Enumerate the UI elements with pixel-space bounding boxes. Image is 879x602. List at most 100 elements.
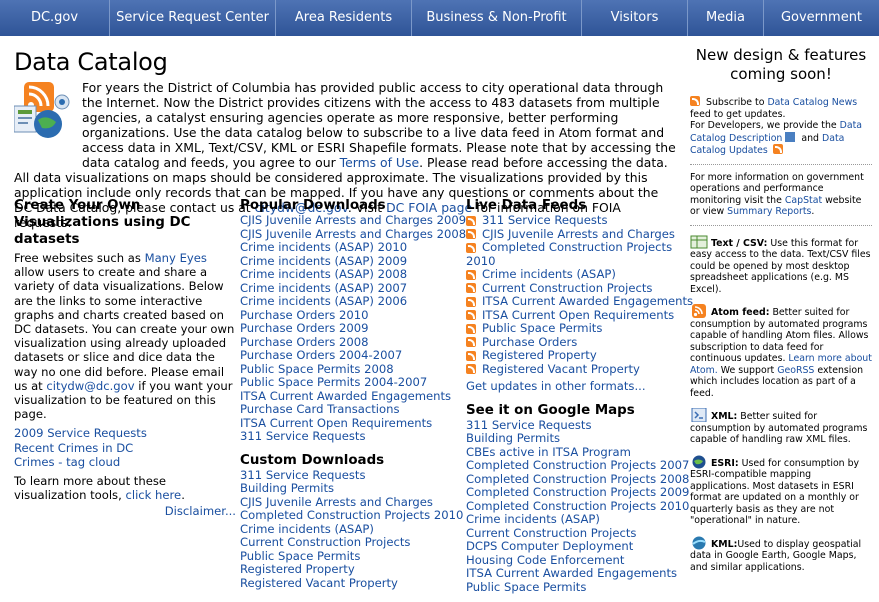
- popular-link-purchase-orders-2008[interactable]: Purchase Orders 2008: [240, 335, 460, 350]
- format-label: Atom feed:: [711, 307, 770, 318]
- custom-link-current-construction-projects[interactable]: Current Construction Projects: [240, 535, 460, 550]
- rss-icon: [466, 310, 476, 321]
- visualization-links: 2009 Service Requests Recent Crimes in D…: [14, 426, 236, 469]
- data-catalog-news-link[interactable]: Data Catalog News: [767, 97, 857, 108]
- rss-icon: [690, 96, 700, 106]
- custom-link-registered-property[interactable]: Registered Property: [240, 562, 460, 577]
- nav-area-residents[interactable]: Area Residents: [276, 0, 412, 36]
- rss-icon: [466, 242, 476, 253]
- custom-link-completed-construction-projects-2010[interactable]: Completed Construction Projects 2010: [240, 508, 463, 523]
- feed-link-cjis-juvenile-arrests-and-charges[interactable]: CJIS Juvenile Arrests and Charges: [482, 227, 675, 242]
- popular-link-itsa-current-awarded-engagements[interactable]: ITSA Current Awarded Engagements: [240, 389, 460, 404]
- popular-link-crime-incidents-asap-2006[interactable]: Crime incidents (ASAP) 2006: [240, 294, 460, 309]
- feed-row: 311 Service Requests: [466, 213, 688, 228]
- feed-link-purchase-orders[interactable]: Purchase Orders: [482, 335, 577, 350]
- viz-link-crimes-tag-cloud[interactable]: Crimes - tag cloud: [14, 455, 236, 469]
- popular-link-cjis-juvenile-arrests-and-charges-2008[interactable]: CJIS Juvenile Arrests and Charges 2008: [240, 227, 466, 242]
- popular-link-purchase-orders-2010[interactable]: Purchase Orders 2010: [240, 308, 460, 323]
- learn-more-suffix: .: [181, 488, 185, 503]
- maps-link-itsa-current-awarded-engagements[interactable]: ITSA Current Awarded Engagements: [466, 566, 688, 581]
- popular-link-311-service-requests[interactable]: 311 Service Requests: [240, 429, 460, 444]
- nav-visitors[interactable]: Visitors: [582, 0, 688, 36]
- feed-link-public-space-permits[interactable]: Public Space Permits: [482, 321, 602, 336]
- feed-link-current-construction-projects[interactable]: Current Construction Projects: [482, 281, 652, 296]
- popular-link-public-space-permits-2008[interactable]: Public Space Permits 2008: [240, 362, 460, 377]
- rss-icon: [466, 229, 476, 240]
- visualizations-text: Free websites such as Many Eyes allow us…: [14, 251, 236, 421]
- atom-feed-icon: [690, 304, 708, 318]
- viz-text-b: allow users to create and share a variet…: [14, 265, 235, 393]
- nav-business-non-profit[interactable]: Business & Non-Profit: [412, 0, 582, 36]
- custom-link-registered-vacant-property[interactable]: Registered Vacant Property: [240, 576, 460, 591]
- maps-link-dcps-computer-deployment[interactable]: DCPS Computer Deployment: [466, 539, 688, 554]
- other-formats-link[interactable]: Get updates in other formats...: [466, 379, 688, 394]
- feed-link-registered-property[interactable]: Registered Property: [482, 348, 597, 363]
- format-atom: Atom feed: Better suited for consumption…: [690, 304, 872, 399]
- disclaimer-link[interactable]: Disclaimer...: [165, 504, 236, 518]
- right-sidebar: New design & features coming soon! Subsc…: [690, 46, 872, 573]
- popular-link-crime-incidents-asap-2007[interactable]: Crime incidents (ASAP) 2007: [240, 281, 460, 296]
- nav-media[interactable]: Media: [688, 0, 764, 36]
- custom-downloads-list: 311 Service Requests Building Permits CJIS…: [240, 468, 463, 591]
- xml-icon: [785, 131, 796, 142]
- viz-link-service-requests[interactable]: 2009 Service Requests: [14, 426, 236, 440]
- popular-link-public-space-permits-2004-2007[interactable]: Public Space Permits 2004-2007: [240, 375, 460, 390]
- maps-link-building-permits[interactable]: Building Permits: [466, 431, 688, 446]
- nav-service-request-center[interactable]: Service Request Center: [110, 0, 276, 36]
- maps-link-housing-code-enforcement[interactable]: Housing Code Enforcement: [466, 553, 688, 568]
- feed-link-itsa-current-open-requirements[interactable]: ITSA Current Open Requirements: [482, 308, 674, 323]
- feed-link-crime-incidents-asap[interactable]: Crime incidents (ASAP): [482, 267, 616, 282]
- custom-link-cjis-juvenile-arrests-and-charges[interactable]: CJIS Juvenile Arrests and Charges: [240, 495, 460, 510]
- capstat-link[interactable]: CapStat: [785, 195, 822, 206]
- many-eyes-link[interactable]: Many Eyes: [145, 251, 207, 265]
- popular-link-crime-incidents-asap-2009[interactable]: Crime incidents (ASAP) 2009: [240, 254, 460, 269]
- maps-link-current-construction-projects[interactable]: Current Construction Projects: [466, 526, 688, 541]
- popular-link-itsa-current-open-requirements[interactable]: ITSA Current Open Requirements: [240, 416, 460, 431]
- feed-link-itsa-current-awarded-engagements[interactable]: ITSA Current Awarded Engagements: [482, 294, 693, 309]
- popular-link-purchase-card-transactions[interactable]: Purchase Card Transactions: [240, 402, 460, 417]
- nav-dcgov[interactable]: DC.gov: [0, 0, 110, 36]
- maps-link-cbes-active-in-itsa-program[interactable]: CBEs active in ITSA Program: [466, 445, 688, 460]
- custom-link-crime-incidents-asap[interactable]: Crime incidents (ASAP): [240, 522, 460, 537]
- feed-link-311-service-requests[interactable]: 311 Service Requests: [482, 213, 607, 228]
- google-maps-heading: See it on Google Maps: [466, 402, 635, 418]
- subscribe-text-2: feed to get updates.: [690, 108, 786, 120]
- maps-link-completed-construction-projects-2009[interactable]: Completed Construction Projects 2009: [466, 485, 689, 500]
- top-navigation: DC.gov Service Request Center Area Resid…: [0, 0, 879, 36]
- divider: [690, 163, 872, 165]
- spreadsheet-icon: [690, 235, 708, 249]
- click-here-link[interactable]: click here: [125, 488, 181, 502]
- summary-reports-link[interactable]: Summary Reports: [727, 206, 811, 217]
- popular-link-purchase-orders-2009[interactable]: Purchase Orders 2009: [240, 321, 460, 336]
- feed-row: Current Construction Projects: [466, 281, 688, 296]
- capstat-box: For more information on government opera…: [690, 172, 872, 218]
- maps-link-completed-construction-projects-2010[interactable]: Completed Construction Projects 2010: [466, 499, 689, 514]
- viz-email-link[interactable]: citydw@dc.gov: [46, 379, 134, 393]
- new-design-heading: New design & features coming soon!: [695, 46, 867, 83]
- feed-link-registered-vacant-property[interactable]: Registered Vacant Property: [482, 362, 640, 377]
- popular-link-cjis-juvenile-arrests-and-charges-2009[interactable]: CJIS Juvenile Arrests and Charges 2009: [240, 213, 466, 228]
- terms-of-use-link[interactable]: Terms of Use: [340, 155, 419, 170]
- rss-icon: [466, 337, 476, 348]
- feed-link-wrap[interactable]: 2010: [466, 254, 688, 269]
- format-text-csv: Text / CSV: Use this format for easy acc…: [690, 235, 872, 296]
- popular-link-purchase-orders-2004-2007[interactable]: Purchase Orders 2004-2007: [240, 348, 460, 363]
- maps-link-public-space-permits[interactable]: Public Space Permits: [466, 580, 688, 595]
- feed-row: ITSA Current Open Requirements: [466, 308, 688, 323]
- nav-government[interactable]: Government: [764, 0, 879, 36]
- maps-link-311-service-requests[interactable]: 311 Service Requests: [466, 418, 688, 433]
- rss-icon: [466, 269, 476, 280]
- maps-link-completed-construction-projects-2007[interactable]: Completed Construction Projects 2007: [466, 458, 689, 473]
- maps-link-completed-construction-projects-2008[interactable]: Completed Construction Projects 2008: [466, 472, 689, 487]
- custom-link-building-permits[interactable]: Building Permits: [240, 481, 460, 496]
- custom-link-public-space-permits[interactable]: Public Space Permits: [240, 549, 460, 564]
- downloads-section: Popular Downloads CJIS Juvenile Arrests …: [240, 197, 466, 591]
- popular-link-crime-incidents-asap-2008[interactable]: Crime incidents (ASAP) 2008: [240, 267, 460, 282]
- feed-link-completed-construction-projects[interactable]: Completed Construction Projects: [482, 240, 672, 255]
- viz-link-recent-crimes[interactable]: Recent Crimes in DC: [14, 441, 236, 455]
- format-label: Text / CSV:: [711, 237, 768, 249]
- popular-link-crime-incidents-asap-2010[interactable]: Crime incidents (ASAP) 2010: [240, 240, 460, 255]
- maps-link-crime-incidents-asap[interactable]: Crime incidents (ASAP): [466, 512, 688, 527]
- georss-link[interactable]: GeoRSS: [777, 365, 814, 376]
- custom-link-311-service-requests[interactable]: 311 Service Requests: [240, 468, 460, 483]
